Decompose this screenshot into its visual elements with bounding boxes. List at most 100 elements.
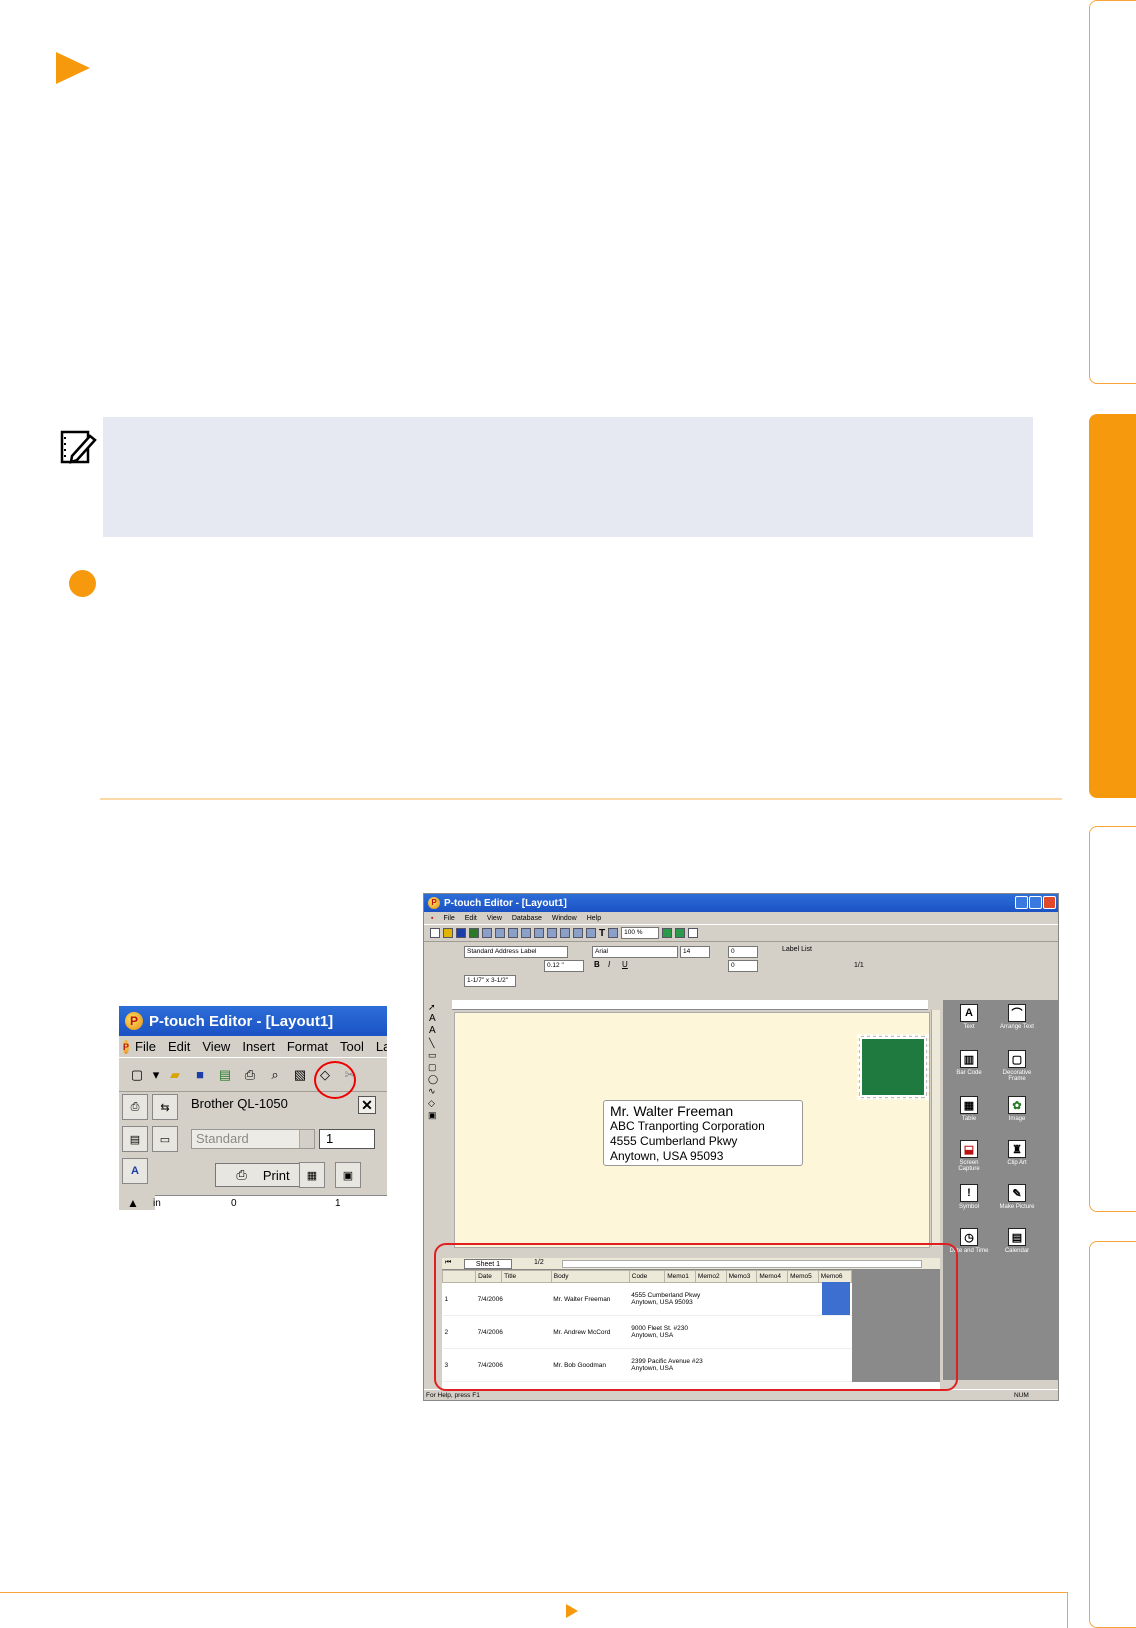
- save-icon[interactable]: ■: [190, 1065, 210, 1085]
- frame-side-icon[interactable]: ▭: [152, 1126, 178, 1152]
- dropdown-icon[interactable]: ▾: [152, 1065, 160, 1085]
- close-icon[interactable]: [1043, 896, 1056, 909]
- canvas-vertical-scrollbar[interactable]: [931, 1010, 940, 1246]
- freeform-tool-icon[interactable]: ∿: [428, 1086, 436, 1097]
- small-screenshot: P P-touch Editor - [Layout1] P File Edit…: [119, 1006, 387, 1210]
- underline-button[interactable]: U: [622, 960, 628, 969]
- print-preview-icon[interactable]: ⌕: [265, 1065, 285, 1085]
- cut-icon[interactable]: [534, 928, 544, 938]
- copy-icon[interactable]: [547, 928, 557, 938]
- database-save-icon[interactable]: ▤: [215, 1065, 235, 1085]
- ellipse-tool-icon[interactable]: ◯: [428, 1074, 438, 1085]
- help-icon[interactable]: [688, 928, 699, 938]
- table-icon[interactable]: [608, 928, 619, 938]
- menu-window[interactable]: Window: [547, 915, 582, 922]
- menu-database[interactable]: Database: [507, 915, 547, 922]
- doc-icon: ▪: [431, 914, 434, 922]
- side-tab-2-active[interactable]: [1089, 414, 1136, 798]
- save-icon[interactable]: [456, 928, 466, 938]
- rectangle-tool-icon[interactable]: ▭: [428, 1050, 437, 1061]
- text-tool-icon[interactable]: A: [429, 1013, 436, 1024]
- object-symbol[interactable]: ! Symbol: [949, 1184, 989, 1210]
- label-type-select[interactable]: Standard Address Label: [464, 946, 568, 958]
- print-icon[interactable]: ⎙: [240, 1065, 260, 1085]
- layout-swap-icon[interactable]: ⇆: [152, 1094, 178, 1120]
- object-text[interactable]: A Text: [949, 1004, 989, 1030]
- media-size-select[interactable]: 1-1/7" x 3-1/2": [464, 975, 516, 987]
- menu-view[interactable]: View: [196, 1039, 236, 1054]
- open-folder-icon[interactable]: [443, 928, 453, 938]
- zoom-out-icon[interactable]: [675, 928, 686, 938]
- menu-help[interactable]: Help: [582, 915, 606, 922]
- vertical-text-tool-icon[interactable]: A: [429, 1025, 436, 1036]
- print-options-icon[interactable]: ▦: [299, 1162, 325, 1188]
- bold-button[interactable]: B: [594, 960, 600, 969]
- font-name-select[interactable]: Arial: [592, 946, 678, 958]
- object-bar-code[interactable]: ▥ Bar Code: [949, 1050, 989, 1076]
- print-button[interactable]: ⎙ Print: [215, 1163, 311, 1187]
- object-image[interactable]: ✿ Image: [997, 1096, 1037, 1122]
- minimize-icon[interactable]: [1015, 896, 1028, 909]
- object-arrange-text[interactable]: ⌒ Arrange Text: [997, 1004, 1037, 1030]
- select-tool-icon[interactable]: ➚: [428, 1002, 436, 1013]
- chevron-down-icon[interactable]: [299, 1130, 314, 1148]
- database-connect-icon[interactable]: [521, 928, 531, 938]
- text-tool-icon[interactable]: T: [599, 928, 605, 939]
- menu-file[interactable]: File: [129, 1039, 162, 1054]
- label-list-title: Label List: [782, 946, 812, 953]
- rounded-rect-tool-icon[interactable]: ▢: [428, 1062, 437, 1073]
- menu-format[interactable]: Format: [281, 1039, 334, 1054]
- zoom-select[interactable]: 100 %: [621, 927, 660, 939]
- menu-layout[interactable]: Lay: [370, 1039, 387, 1054]
- maximize-icon[interactable]: [1029, 896, 1042, 909]
- print-icon[interactable]: [482, 928, 492, 938]
- new-icon[interactable]: ▢: [127, 1065, 147, 1085]
- print-cut-icon[interactable]: ▣: [335, 1162, 361, 1188]
- quality-select[interactable]: Standard: [191, 1129, 315, 1149]
- object-screen-capture[interactable]: ⬓ Screen Capture: [949, 1140, 989, 1172]
- side-tab-3[interactable]: [1089, 826, 1136, 1212]
- object-clip-art[interactable]: ♜ Clip Art: [997, 1140, 1037, 1166]
- menu-insert[interactable]: Insert: [236, 1039, 281, 1054]
- stamp-image[interactable]: [857, 1034, 929, 1100]
- paste-icon[interactable]: [560, 928, 570, 938]
- text-side-icon[interactable]: A: [122, 1158, 148, 1184]
- side-tab-4[interactable]: [1089, 1241, 1136, 1628]
- menu-edit[interactable]: Edit: [460, 915, 482, 922]
- object-calendar[interactable]: ▤ Calendar: [997, 1228, 1037, 1254]
- side-tab-1[interactable]: [1089, 0, 1136, 384]
- menu-edit[interactable]: Edit: [162, 1039, 196, 1054]
- object-table[interactable]: ▦ Table: [949, 1096, 989, 1122]
- label-area[interactable]: Mr. Walter Freeman ABC Tranporting Corpo…: [454, 1012, 930, 1248]
- menu-file[interactable]: File: [438, 915, 459, 922]
- database-side-icon[interactable]: ▤: [122, 1126, 148, 1152]
- char-spacing-field[interactable]: 0: [728, 946, 758, 958]
- menu-tool[interactable]: Tool: [334, 1039, 370, 1054]
- object-decorative-frame[interactable]: ▢ Decorative Frame: [997, 1050, 1037, 1082]
- large-window-title: P-touch Editor - [Layout1]: [444, 897, 567, 909]
- zoom-in-icon[interactable]: [662, 928, 673, 938]
- copies-stepper[interactable]: 1: [319, 1129, 375, 1149]
- print-setup-icon[interactable]: ▧: [290, 1065, 310, 1085]
- close-icon[interactable]: ✕: [358, 1096, 376, 1114]
- menu-view[interactable]: View: [482, 915, 507, 922]
- object-make-picture[interactable]: ✎ Make Picture: [997, 1184, 1037, 1210]
- line-spacing-field[interactable]: 0: [728, 960, 758, 972]
- frame-tool-icon[interactable]: ▣: [428, 1110, 437, 1121]
- database-save-icon[interactable]: [469, 928, 479, 938]
- print-setup-icon[interactable]: [508, 928, 518, 938]
- font-size-select[interactable]: 14: [680, 946, 710, 958]
- printer-side-icon[interactable]: ⎙: [122, 1094, 148, 1120]
- length-field[interactable]: 0.12 ": [544, 960, 584, 972]
- address-text-object[interactable]: Mr. Walter Freeman ABC Tranporting Corpo…: [603, 1100, 803, 1166]
- next-page-arrow-icon[interactable]: [566, 1604, 578, 1618]
- polygon-tool-icon[interactable]: ◇: [428, 1098, 435, 1109]
- italic-button[interactable]: I: [608, 960, 610, 969]
- undo-icon[interactable]: [573, 928, 583, 938]
- line-tool-icon[interactable]: ╲: [429, 1038, 434, 1049]
- redo-icon[interactable]: [586, 928, 596, 938]
- print-preview-icon[interactable]: [495, 928, 505, 938]
- small-menu-bar: P File Edit View Insert Format Tool Lay: [119, 1036, 387, 1058]
- open-folder-icon[interactable]: ▰: [165, 1065, 185, 1085]
- new-icon[interactable]: [430, 928, 440, 938]
